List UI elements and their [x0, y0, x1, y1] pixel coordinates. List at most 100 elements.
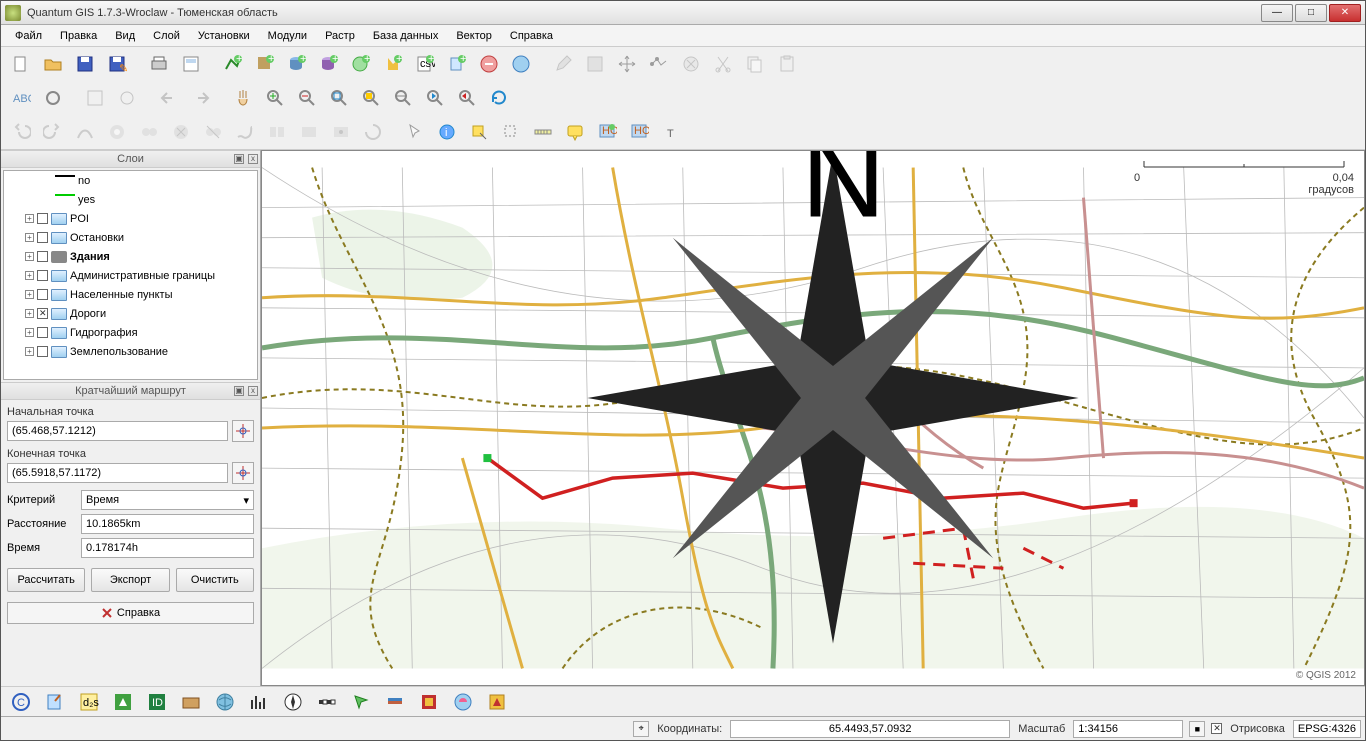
zoom-next-icon[interactable] — [453, 84, 481, 112]
scale-field[interactable]: 1:34156 — [1073, 720, 1183, 738]
toggle-extents-icon[interactable]: ⌖ — [633, 721, 649, 737]
pick-start-icon[interactable] — [232, 420, 254, 442]
bookmark-new-icon[interactable]: HOME — [593, 118, 621, 146]
merge-attr-icon[interactable] — [327, 118, 355, 146]
tree-toggle-icon[interactable]: + — [25, 233, 34, 242]
add-vector-icon[interactable]: + — [219, 50, 247, 78]
menu-vector[interactable]: Вектор — [448, 27, 500, 45]
reshape-icon[interactable] — [231, 118, 259, 146]
route-pin-icon[interactable]: ▣ — [234, 386, 244, 396]
plugin-scalebar-icon[interactable] — [313, 688, 341, 716]
tree-toggle-icon[interactable]: + — [25, 290, 34, 299]
measure-icon[interactable] — [529, 118, 557, 146]
layer-checkbox[interactable] — [37, 270, 48, 281]
clear-button[interactable]: Очистить — [176, 568, 254, 592]
plugin-spatialquery-icon[interactable] — [347, 688, 375, 716]
georeference-icon[interactable] — [81, 84, 109, 112]
add-wms-icon[interactable]: + — [347, 50, 375, 78]
layer-checkbox[interactable] — [37, 213, 48, 224]
end-point-input[interactable] — [7, 463, 228, 483]
menu-file[interactable]: Файл — [7, 27, 50, 45]
tree-toggle-icon[interactable]: + — [25, 309, 34, 318]
coord-field[interactable]: 65.4493,57.0932 — [730, 720, 1010, 738]
layer-row[interactable]: yes — [4, 190, 257, 209]
zoom-selection-icon[interactable] — [357, 84, 385, 112]
add-postgis-icon[interactable]: + — [283, 50, 311, 78]
refresh-icon[interactable] — [485, 84, 513, 112]
export-button[interactable]: Экспорт — [91, 568, 169, 592]
plugin-evis-icon[interactable] — [109, 688, 137, 716]
layer-checkbox[interactable] — [37, 289, 48, 300]
layer-row[interactable]: no — [4, 171, 257, 190]
layer-checkbox[interactable] — [37, 232, 48, 243]
menu-help[interactable]: Справка — [502, 27, 561, 45]
plugin-ftools-icon[interactable]: ID — [143, 688, 171, 716]
menu-settings[interactable]: Установки — [190, 27, 258, 45]
layer-row[interactable]: +POI — [4, 209, 257, 228]
select-icon[interactable] — [465, 118, 493, 146]
stop-render-icon[interactable]: ■ — [1189, 721, 1205, 737]
criterion-select[interactable]: Время▾ — [81, 490, 254, 510]
minimize-button[interactable]: — — [1261, 4, 1293, 22]
undo-icon[interactable] — [7, 118, 35, 146]
paste-icon[interactable] — [773, 50, 801, 78]
delete-part-icon[interactable] — [199, 118, 227, 146]
wfs-icon[interactable] — [507, 50, 535, 78]
plugin-osm-icon[interactable] — [449, 688, 477, 716]
pick-end-icon[interactable] — [232, 462, 254, 484]
calculate-button[interactable]: Рассчитать — [7, 568, 85, 592]
undo-icon2[interactable] — [155, 84, 183, 112]
cut-icon[interactable] — [709, 50, 737, 78]
layer-row[interactable]: +Здания — [4, 247, 257, 266]
maximize-button[interactable]: □ — [1295, 4, 1327, 22]
delete-ring-icon[interactable] — [167, 118, 195, 146]
tree-toggle-icon[interactable]: + — [25, 347, 34, 356]
print-composer-icon[interactable] — [145, 50, 173, 78]
copy-icon[interactable] — [741, 50, 769, 78]
edit-toggle-icon[interactable] — [549, 50, 577, 78]
menu-plugins[interactable]: Модули — [260, 27, 315, 45]
delete-feature-icon[interactable] — [677, 50, 705, 78]
start-point-input[interactable] — [7, 421, 228, 441]
identify-icon[interactable]: i — [433, 118, 461, 146]
merge-icon[interactable] — [295, 118, 323, 146]
render-checkbox[interactable] — [1211, 723, 1222, 734]
route-close-icon[interactable]: x — [248, 386, 258, 396]
layers-tree[interactable]: noyes+POI+Остановки+Здания+Административ… — [3, 170, 258, 380]
gps-icon[interactable] — [113, 84, 141, 112]
add-raster-icon[interactable]: + — [251, 50, 279, 78]
zoom-last-icon[interactable] — [421, 84, 449, 112]
menu-raster[interactable]: Растр — [317, 27, 363, 45]
save-project-icon[interactable] — [71, 50, 99, 78]
deselect-icon[interactable] — [497, 118, 525, 146]
layer-row[interactable]: +Дороги — [4, 304, 257, 323]
map-canvas[interactable]: 0 0,04 градусов N © QGIS 2012 — [261, 150, 1365, 686]
layer-row[interactable]: +Населенные пункты — [4, 285, 257, 304]
rotate-icon[interactable] — [359, 118, 387, 146]
tree-toggle-icon[interactable]: + — [25, 252, 34, 261]
redo-icon[interactable] — [39, 118, 67, 146]
save-as-icon[interactable]: ✎ — [103, 50, 131, 78]
label-icon[interactable]: ABC — [7, 84, 35, 112]
plugin-copyright-icon[interactable]: C — [7, 688, 35, 716]
layer-row[interactable]: +Остановки — [4, 228, 257, 247]
menu-layer[interactable]: Слой — [145, 27, 188, 45]
add-part-icon[interactable] — [135, 118, 163, 146]
add-spatialite-icon[interactable]: + — [315, 50, 343, 78]
plugin-roadgraph-icon[interactable] — [483, 688, 511, 716]
bookmark-show-icon[interactable]: HOME — [625, 118, 653, 146]
layer-row[interactable]: +Землепользование — [4, 342, 257, 361]
close-button[interactable]: ✕ — [1329, 4, 1361, 22]
node-tool-icon[interactable] — [645, 50, 673, 78]
menu-view[interactable]: Вид — [107, 27, 143, 45]
redo-icon2[interactable] — [187, 84, 215, 112]
layers-close-icon[interactable]: x — [248, 154, 258, 164]
tree-toggle-icon[interactable]: + — [25, 328, 34, 337]
layer-checkbox[interactable] — [37, 327, 48, 338]
tree-toggle-icon[interactable]: + — [25, 214, 34, 223]
remove-layer-icon[interactable] — [475, 50, 503, 78]
pointer-icon[interactable] — [401, 118, 429, 146]
layer-row[interactable]: +Гидрография — [4, 323, 257, 342]
maptips-icon[interactable] — [561, 118, 589, 146]
zoom-in-icon[interactable] — [261, 84, 289, 112]
